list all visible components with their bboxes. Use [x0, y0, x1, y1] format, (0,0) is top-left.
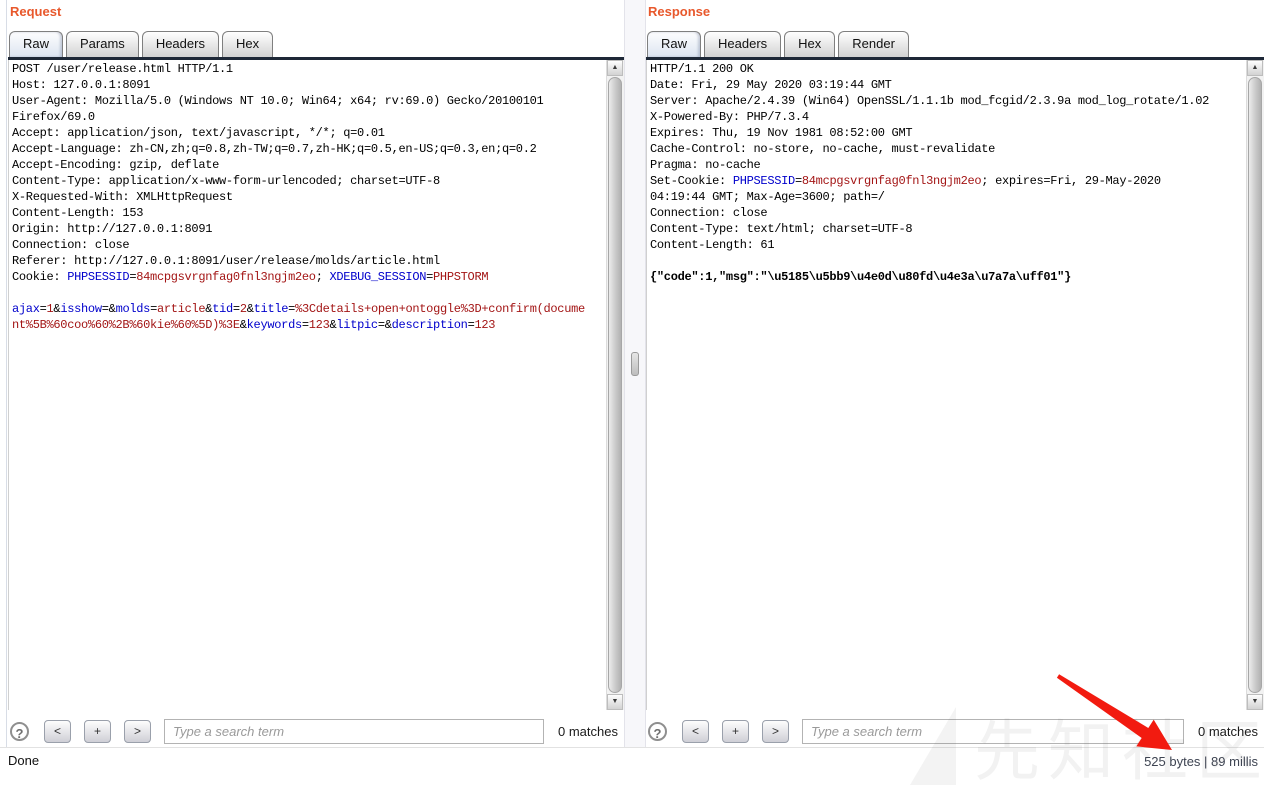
message-line: Accept-Language: zh-CN,zh;q=0.8,zh-TW;q=… — [12, 142, 605, 158]
message-line: Content-Type: application/x-www-form-url… — [12, 174, 605, 190]
search-previous-button[interactable]: < — [682, 720, 709, 743]
request-tabbar: RawParamsHeadersHex — [8, 31, 624, 60]
message-line: ajax=1&isshow=&molds=article&tid=2&title… — [12, 302, 605, 318]
search-matches-count: 0 matches — [558, 724, 618, 739]
request-panel-title: Request — [10, 4, 61, 19]
scroll-down-button[interactable]: ▼ — [607, 694, 623, 710]
message-line: Content-Length: 61 — [650, 238, 1245, 254]
tab-hex[interactable]: Hex — [784, 31, 835, 57]
response-panel: Response RawHeadersHexRender HTTP/1.1 20… — [646, 0, 1264, 775]
message-line: Origin: http://127.0.0.1:8091 — [12, 222, 605, 238]
status-bar: Done 525 bytes | 89 millis — [0, 747, 1264, 775]
scroll-up-button[interactable]: ▲ — [607, 60, 623, 76]
message-line: User-Agent: Mozilla/5.0 (Windows NT 10.0… — [12, 94, 605, 110]
request-search-bar: ? < + > 0 matches — [8, 716, 624, 746]
message-line: Accept-Encoding: gzip, deflate — [12, 158, 605, 174]
message-line: Cookie: PHPSESSID=84mcpgsvrgnfag0fnl3ngj… — [12, 270, 605, 286]
splitter-handle[interactable] — [631, 352, 639, 376]
search-previous-button[interactable]: < — [44, 720, 71, 743]
message-line: HTTP/1.1 200 OK — [650, 62, 1245, 78]
tab-raw[interactable]: Raw — [9, 31, 63, 57]
message-line: Accept: application/json, text/javascrip… — [12, 126, 605, 142]
message-line: POST /user/release.html HTTP/1.1 — [12, 62, 605, 78]
response-vertical-scrollbar[interactable]: ▲ ▼ — [1246, 60, 1264, 710]
message-line: X-Requested-With: XMLHttpRequest — [12, 190, 605, 206]
request-panel: Request RawParamsHeadersHex POST /user/r… — [8, 0, 624, 775]
search-next-button[interactable]: > — [762, 720, 789, 743]
search-next-button[interactable]: > — [124, 720, 151, 743]
message-line: Content-Length: 153 — [12, 206, 605, 222]
scrollbar-thumb[interactable] — [1248, 77, 1262, 693]
message-line: Cache-Control: no-store, no-cache, must-… — [650, 142, 1245, 158]
response-raw-text[interactable]: HTTP/1.1 200 OKDate: Fri, 29 May 2020 03… — [650, 62, 1245, 710]
search-options-button[interactable]: + — [722, 720, 749, 743]
http-message-viewer: Request RawParamsHeadersHex POST /user/r… — [0, 0, 1264, 775]
request-message-area[interactable]: POST /user/release.html HTTP/1.1Host: 12… — [8, 60, 624, 710]
message-line: Connection: close — [650, 206, 1245, 222]
tab-headers[interactable]: Headers — [704, 31, 781, 57]
scroll-up-button[interactable]: ▲ — [1247, 60, 1263, 76]
tab-headers[interactable]: Headers — [142, 31, 219, 57]
message-line: Referer: http://127.0.0.1:8091/user/rele… — [12, 254, 605, 270]
window-edge — [6, 0, 7, 775]
message-line: Content-Type: text/html; charset=UTF-8 — [650, 222, 1245, 238]
message-line: Server: Apache/2.4.39 (Win64) OpenSSL/1.… — [650, 94, 1245, 110]
search-options-button[interactable]: + — [84, 720, 111, 743]
message-line: 04:19:44 GMT; Max-Age=3600; path=/ — [650, 190, 1245, 206]
scrollbar-thumb[interactable] — [608, 77, 622, 693]
response-tabbar: RawHeadersHexRender — [646, 31, 1264, 60]
message-line — [12, 286, 605, 302]
message-line: Host: 127.0.0.1:8091 — [12, 78, 605, 94]
search-input[interactable] — [164, 719, 544, 744]
help-icon[interactable]: ? — [648, 722, 667, 741]
tab-render[interactable]: Render — [838, 31, 909, 57]
tab-params[interactable]: Params — [66, 31, 139, 57]
message-line: Firefox/69.0 — [12, 110, 605, 126]
tab-raw[interactable]: Raw — [647, 31, 701, 57]
search-matches-count: 0 matches — [1198, 724, 1258, 739]
message-line: Set-Cookie: PHPSESSID=84mcpgsvrgnfag0fnl… — [650, 174, 1245, 190]
search-input[interactable] — [802, 719, 1184, 744]
scroll-down-button[interactable]: ▼ — [1247, 694, 1263, 710]
message-line: X-Powered-By: PHP/7.3.4 — [650, 110, 1245, 126]
message-line: {"code":1,"msg":"\u5185\u5bb9\u4e0d\u80f… — [650, 270, 1245, 286]
status-text: Done — [8, 753, 39, 768]
panel-splitter[interactable] — [624, 0, 646, 748]
message-line — [650, 254, 1245, 270]
response-panel-title: Response — [648, 4, 710, 19]
message-line: Connection: close — [12, 238, 605, 254]
message-line: Pragma: no-cache — [650, 158, 1245, 174]
response-search-bar: ? < + > 0 matches — [646, 716, 1264, 746]
message-line: Date: Fri, 29 May 2020 03:19:44 GMT — [650, 78, 1245, 94]
message-line: Expires: Thu, 19 Nov 1981 08:52:00 GMT — [650, 126, 1245, 142]
tab-hex[interactable]: Hex — [222, 31, 273, 57]
response-message-area[interactable]: HTTP/1.1 200 OKDate: Fri, 29 May 2020 03… — [646, 60, 1264, 710]
message-line: nt%5B%60coo%60%2B%60kie%60%5D)%3E&keywor… — [12, 318, 605, 334]
request-raw-text[interactable]: POST /user/release.html HTTP/1.1Host: 12… — [12, 62, 605, 710]
help-icon[interactable]: ? — [10, 722, 29, 741]
request-vertical-scrollbar[interactable]: ▲ ▼ — [606, 60, 624, 710]
response-stats: 525 bytes | 89 millis — [1144, 754, 1258, 769]
